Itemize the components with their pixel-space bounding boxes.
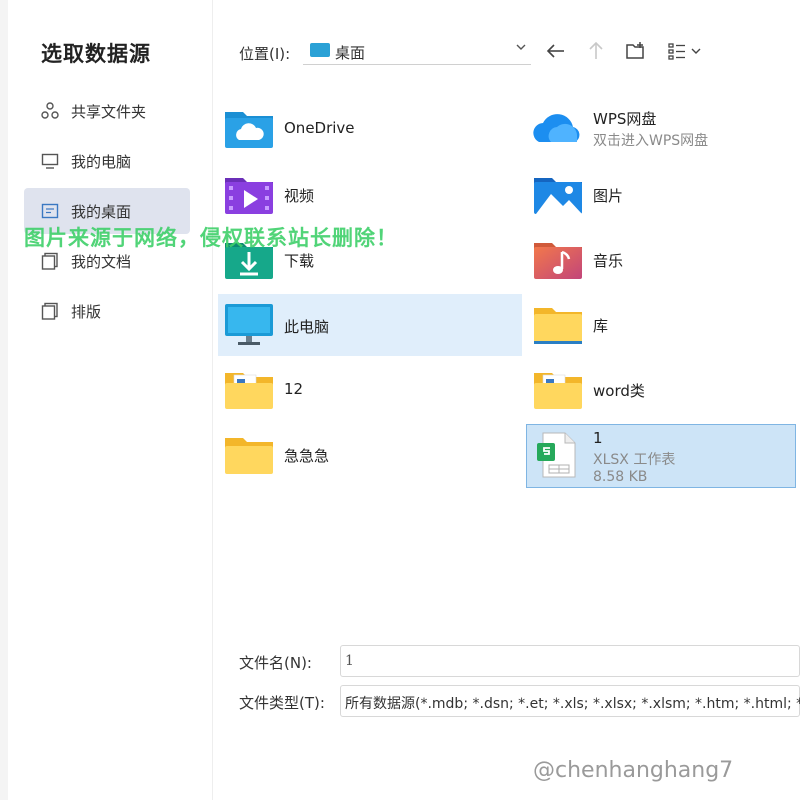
back-arrow-icon[interactable] xyxy=(545,40,567,62)
file-item-folder-word[interactable]: word类 xyxy=(527,359,797,419)
file-item-onedrive[interactable]: OneDrive xyxy=(218,98,522,158)
layout-icon xyxy=(41,302,58,320)
file-item-wps-cloud[interactable]: WPS网盘 双击进入WPS网盘 xyxy=(527,98,797,158)
up-arrow-icon[interactable] xyxy=(585,40,607,62)
file-size-label: 8.58 KB xyxy=(593,469,648,485)
this-pc-icon xyxy=(225,304,273,345)
file-name: 音乐 xyxy=(593,252,624,270)
desktop-folder-icon xyxy=(310,43,330,57)
file-item-videos[interactable]: 视频 xyxy=(218,164,522,224)
watermark-text: 图片来源于网络，侵权联系站长删除！ xyxy=(24,226,398,250)
xlsx-file-icon xyxy=(537,432,576,478)
file-item-library[interactable]: 库 xyxy=(527,294,797,354)
sidebar-item-layout[interactable]: 排版 xyxy=(24,288,190,334)
videos-folder-icon xyxy=(225,178,273,214)
file-name: 1 xyxy=(593,429,603,447)
onedrive-icon xyxy=(225,112,273,148)
dialog-title: 选取数据源 xyxy=(41,42,151,66)
credit-watermark: @chenhanghang7 xyxy=(533,758,734,783)
file-item-pictures[interactable]: 图片 xyxy=(527,164,797,224)
music-folder-icon xyxy=(534,243,582,279)
library-folder-icon xyxy=(534,308,582,344)
file-item-this-pc[interactable]: 此电脑 xyxy=(218,294,522,356)
filename-input[interactable]: 1 xyxy=(340,645,800,677)
file-name: OneDrive xyxy=(284,119,355,137)
filename-label: 文件名(N): xyxy=(239,654,312,672)
file-item-folder-urgent[interactable]: 急急急 xyxy=(218,424,522,484)
folder-icon xyxy=(534,373,582,409)
file-name: 此电脑 xyxy=(284,318,330,336)
window-edge xyxy=(0,0,8,800)
sidebar-item-label: 排版 xyxy=(71,302,102,321)
filetype-value: 所有数据源(*.mdb; *.dsn; *.et; *.xls; *.xlsx;… xyxy=(345,696,800,712)
pictures-folder-icon xyxy=(534,178,582,214)
documents-icon xyxy=(41,252,58,270)
file-type-label: XLSX 工作表 xyxy=(593,452,676,468)
sidebar-item-shared-folder[interactable]: 共享文件夹 xyxy=(24,88,190,134)
sidebar-item-label: 我的文档 xyxy=(71,252,132,271)
sidebar-item-my-computer[interactable]: 我的电脑 xyxy=(24,138,190,184)
file-item-xlsx-1[interactable]: 1 XLSX 工作表 8.58 KB xyxy=(526,424,796,488)
filetype-select[interactable]: 所有数据源(*.mdb; *.dsn; *.et; *.xls; *.xlsx;… xyxy=(340,685,800,717)
wps-cloud-icon xyxy=(533,114,580,142)
share-icon xyxy=(41,102,59,119)
sidebar-item-label: 我的桌面 xyxy=(71,202,132,221)
file-name: WPS网盘 xyxy=(593,110,657,128)
location-value: 桌面 xyxy=(335,44,366,62)
monitor-icon xyxy=(41,153,59,169)
location-dropdown[interactable]: 桌面 xyxy=(303,36,531,65)
file-name: 下载 xyxy=(284,252,315,270)
filetype-label: 文件类型(T): xyxy=(239,694,325,712)
chevron-down-icon xyxy=(516,44,526,50)
desktop-icon xyxy=(41,203,59,219)
file-name: 库 xyxy=(593,317,609,335)
sidebar: 选取数据源 共享文件夹 我的电脑 我的桌面 我的文档 排版 xyxy=(8,0,210,800)
file-name: 视频 xyxy=(284,187,315,205)
sidebar-item-label: 共享文件夹 xyxy=(71,102,147,121)
file-name: 12 xyxy=(284,380,304,398)
sidebar-divider xyxy=(212,0,213,800)
file-name: 急急急 xyxy=(284,447,330,465)
sidebar-item-label: 我的电脑 xyxy=(71,152,132,171)
file-item-music[interactable]: 音乐 xyxy=(527,229,797,289)
location-label: 位置(I): xyxy=(239,45,291,63)
folder-icon xyxy=(225,438,273,474)
file-name: 图片 xyxy=(593,187,624,205)
file-name: word类 xyxy=(593,382,645,400)
folder-icon xyxy=(225,373,273,409)
filename-value: 1 xyxy=(345,653,354,669)
file-subtitle: 双击进入WPS网盘 xyxy=(593,133,709,149)
new-folder-icon[interactable] xyxy=(625,40,647,62)
file-item-folder-12[interactable]: 12 xyxy=(218,359,522,419)
view-options-icon[interactable] xyxy=(667,40,705,62)
